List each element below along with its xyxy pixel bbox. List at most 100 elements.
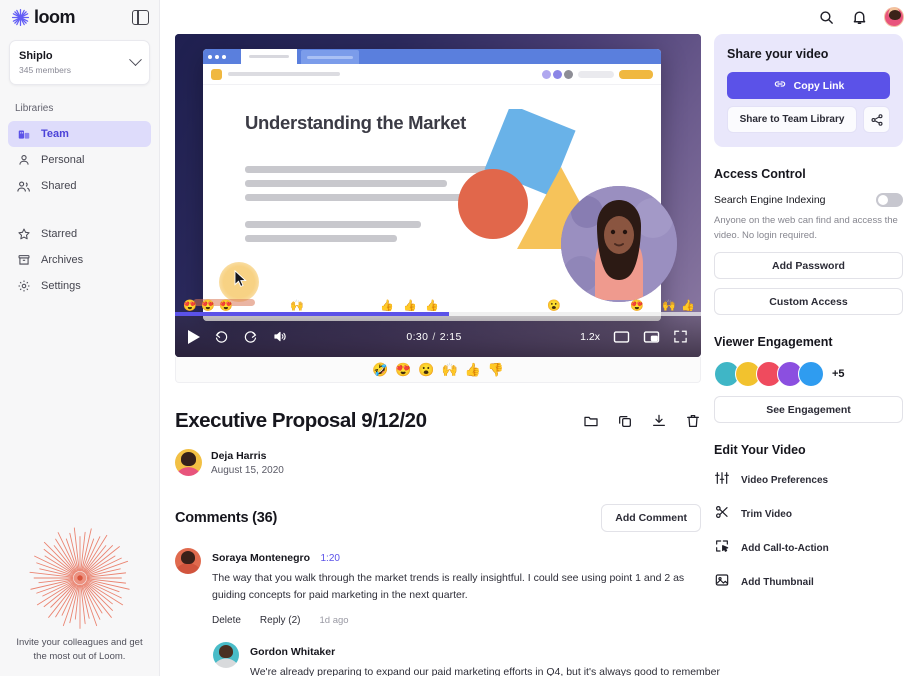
user-avatar[interactable]	[884, 7, 904, 27]
comment-body: The way that you walk through the market…	[212, 572, 685, 601]
search-indexing-toggle[interactable]	[876, 193, 903, 207]
timeline-reaction[interactable]: 👍	[681, 299, 695, 312]
comment-actions: Delete Reply (2) 1d ago	[212, 615, 701, 626]
sidebar-item-label: Archives	[41, 254, 84, 267]
team-library-icon	[16, 127, 31, 142]
browser-toolbar	[203, 64, 661, 85]
edit-item-add-thumbnail[interactable]: Add Thumbnail	[714, 572, 903, 593]
comment-timestamp-link[interactable]: 1:20	[320, 553, 339, 564]
skeleton-line	[245, 194, 477, 201]
edit-item-video-preferences[interactable]: Video Preferences	[714, 470, 903, 491]
sidebar-item-shared[interactable]: Shared	[8, 173, 151, 199]
comment-delete-button[interactable]: Delete	[212, 615, 241, 626]
timeline-reaction[interactable]: 🙌	[662, 299, 676, 312]
timeline-reaction[interactable]: 😍	[183, 299, 197, 312]
copy-link-button[interactable]: Copy Link	[727, 72, 890, 99]
avatar-chip-icon	[553, 69, 562, 79]
sidebar-item-label: Starred	[41, 228, 78, 241]
share-nodes-icon[interactable]	[863, 106, 890, 133]
reaction-thumbs-down[interactable]: 👎	[488, 363, 504, 376]
reaction-laugh[interactable]: 🤣	[372, 363, 388, 376]
sidebar-item-label: Personal	[41, 154, 85, 167]
reaction-thumbs-up[interactable]: 👍	[465, 363, 481, 376]
archive-box-icon	[16, 253, 31, 268]
see-engagement-button[interactable]: See Engagement	[714, 396, 903, 424]
loom-logo[interactable]: loom	[11, 8, 76, 27]
custom-access-button[interactable]: Custom Access	[714, 288, 903, 316]
timeline-reaction[interactable]: 👍	[425, 299, 439, 312]
invite-line-2: the most out of Loom.	[33, 650, 126, 662]
sidebar-item-team[interactable]: Team	[8, 121, 151, 148]
add-password-button[interactable]: Add Password	[714, 252, 903, 280]
sidebar-item-personal[interactable]: Personal	[8, 147, 151, 173]
workspace-name: Shiplo	[19, 50, 53, 62]
rewind-5-icon[interactable]	[214, 329, 229, 344]
duration: 2:15	[439, 330, 462, 343]
comment-reply-button[interactable]: Reply (2)	[260, 615, 301, 626]
edit-item-trim-video[interactable]: Trim Video	[714, 504, 903, 525]
author-date: August 15, 2020	[211, 464, 284, 476]
download-icon[interactable]	[651, 413, 667, 429]
author-row: Deja Harris August 15, 2020	[175, 449, 700, 476]
timeline-reaction-track: 😍 😍 😍 🙌 👍 👍 👍 😮 😍 🙌 👍	[175, 290, 701, 312]
avatar-chip-icon	[542, 69, 551, 79]
sidebar-item-archives[interactable]: Archives	[8, 247, 151, 273]
share-to-team-library-button[interactable]: Share to Team Library	[727, 106, 857, 133]
edit-item-add-call-to-action[interactable]: Add Call-to-Action	[714, 538, 903, 559]
video-player[interactable]: Understanding the Market 😍 😍 😍 🙌 👍 👍 👍 😮…	[175, 34, 701, 357]
reaction-surprised[interactable]: 😮	[418, 363, 434, 376]
workspace-members: 345 members	[19, 65, 71, 76]
toolbar-pill	[578, 70, 614, 78]
playback-speed-button[interactable]: 1.2x	[580, 331, 600, 343]
author-avatar	[175, 449, 202, 476]
timeline-reaction[interactable]: 👍	[380, 299, 394, 312]
time-display: 0:30/2:15	[406, 331, 461, 343]
play-button[interactable]	[188, 329, 200, 344]
sidebar-item-settings[interactable]: Settings	[8, 273, 151, 299]
comments-header: Comments (36) Add Comment	[175, 504, 701, 532]
reaction-celebrate[interactable]: 🙌	[442, 363, 458, 376]
player-controls-right: 1.2x	[580, 329, 688, 344]
bell-icon[interactable]	[851, 9, 868, 26]
timeline-reaction[interactable]: 😍	[201, 299, 215, 312]
top-bar	[160, 0, 918, 34]
extra-viewers-count: +5	[832, 368, 845, 381]
sliders-icon	[714, 470, 730, 491]
reaction-bar: 🤣 😍 😮 🙌 👍 👎	[175, 357, 701, 383]
timeline-reaction[interactable]: 😮	[547, 299, 561, 312]
edit-your-video-title: Edit Your Video	[714, 443, 806, 458]
search-icon[interactable]	[818, 9, 835, 26]
viewer-avatar[interactable]	[798, 361, 824, 388]
volume-icon[interactable]	[272, 329, 288, 344]
scissors-icon	[714, 504, 730, 525]
edit-item-label: Trim Video	[741, 509, 792, 521]
trash-icon[interactable]	[685, 413, 701, 429]
toolbar-cta-button	[619, 69, 653, 79]
invite-colleagues-block[interactable]: Invite your colleagues and get the most …	[0, 524, 159, 676]
folder-icon[interactable]	[583, 413, 599, 429]
picture-in-picture-icon[interactable]	[643, 330, 660, 344]
fullscreen-icon[interactable]	[673, 329, 688, 344]
reaction-love[interactable]: 😍	[395, 363, 411, 376]
workspace-switcher[interactable]: Shiplo 345 members	[9, 40, 150, 86]
comments-count: Comments (36)	[175, 510, 278, 526]
sidebar-item-starred[interactable]: Starred	[8, 221, 151, 247]
skeleton-line	[245, 235, 397, 242]
page-title: Executive Proposal 9/12/20	[175, 409, 427, 432]
collapse-sidebar-icon[interactable]	[132, 9, 149, 25]
comment-content: Soraya Montenegro 1:20 The way that you …	[212, 548, 701, 626]
main-content: Understanding the Market 😍 😍 😍 🙌 👍 👍 👍 😮…	[160, 0, 918, 676]
timeline-reaction[interactable]: 🙌	[290, 299, 304, 312]
timeline-reaction[interactable]: 😍	[630, 299, 644, 312]
add-comment-button[interactable]: Add Comment	[601, 504, 701, 532]
author-name: Deja Harris	[211, 449, 267, 462]
timeline-reaction[interactable]: 😍	[219, 299, 233, 312]
timeline-reaction[interactable]: 👍	[403, 299, 417, 312]
copy-icon[interactable]	[617, 413, 633, 429]
comment-item: Soraya Montenegro 1:20 The way that you …	[175, 548, 701, 626]
content-columns: Understanding the Market 😍 😍 😍 🙌 👍 👍 👍 😮…	[160, 34, 918, 676]
theater-mode-icon[interactable]	[613, 330, 630, 344]
toolbar-badge-icon	[211, 68, 222, 80]
comment-meta: Gordon Whitaker	[250, 642, 739, 660]
forward-5-icon[interactable]	[243, 329, 258, 344]
